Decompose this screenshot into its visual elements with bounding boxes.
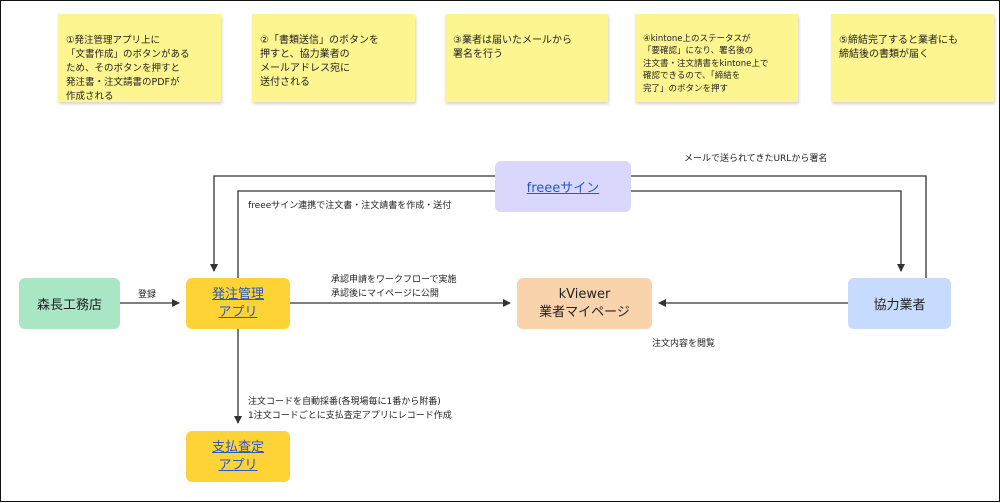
edge-label-touroku: 登録 [138,290,157,300]
edge-label-code: 注文コードを自動採番(各現場毎に1番から附番) 1注文コードごとに支払査定アプリ… [248,397,452,421]
node-hachu-kanri-app[interactable]: 発注管理 アプリ [186,278,290,329]
node-kyoryoku: 協力業者 [848,278,951,329]
node-kyoryoku-label: 協力業者 [873,298,926,313]
diagram-canvas: ①発注管理アプリ上に 「文書作成」のボタンがある ため、そのボタンを押すと 発注… [0,0,1000,502]
node-kviewer: kViewer 業者マイページ [517,278,652,329]
edge-label-freee-link: freeeサイン連携で注文書・注文請書を作成・送付 [248,201,452,211]
node-freee-sign[interactable]: freeeサイン [495,161,631,212]
node-shiharai-satei-app[interactable]: 支払査定 アプリ [186,431,290,482]
node-morinaga-label: 森長工務店 [36,298,102,313]
edge-label-mail-sign: メールで送られてきたURLから署名 [684,154,828,164]
edge-label-shonin: 承認申請をワークフローで実施 承認後にマイページに公開 [331,275,457,299]
edge-label-etsuran: 注文内容を閲覧 [652,339,716,349]
node-hachu-kanri-app-link[interactable]: 発注管理 アプリ [212,286,264,322]
node-kviewer-label: kViewer 業者マイページ [539,286,630,320]
node-freee-sign-link[interactable]: freeeサイン [527,177,600,196]
node-shiharai-satei-app-link[interactable]: 支払査定 アプリ [212,439,264,475]
connector-layer [120,175,927,424]
node-morinaga: 森長工務店 [19,278,120,329]
